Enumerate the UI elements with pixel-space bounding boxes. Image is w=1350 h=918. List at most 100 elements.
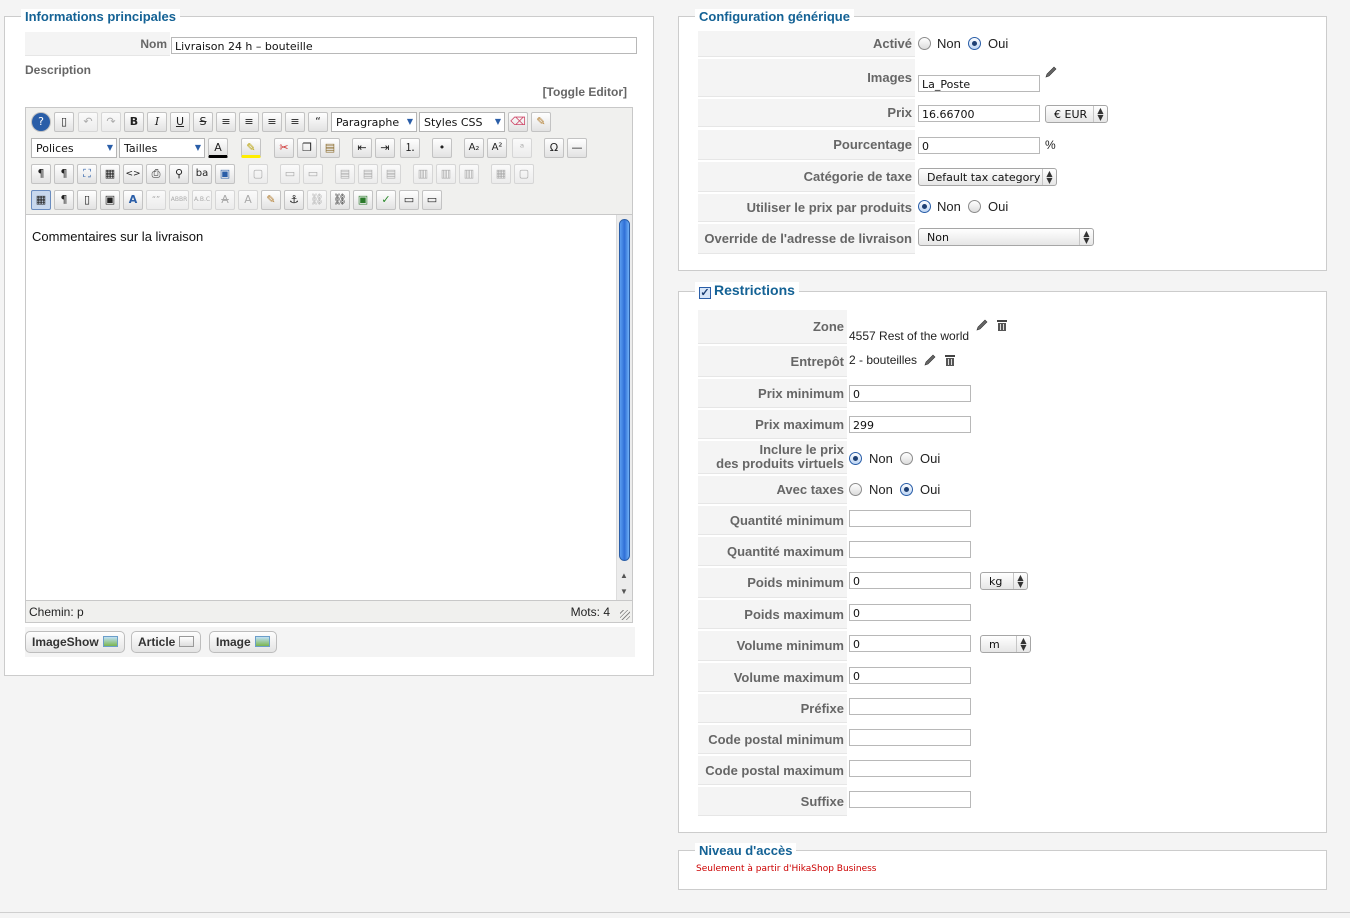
link-icon[interactable]: ⛓: [330, 190, 350, 210]
show-blocks-icon[interactable]: ¶: [54, 190, 74, 210]
horizontal-rule-icon[interactable]: —: [567, 138, 587, 158]
delete-row-icon[interactable]: ▤: [381, 164, 401, 184]
insert-row-before-icon[interactable]: ▤: [335, 164, 355, 184]
visual-aid-icon[interactable]: ▦: [31, 190, 51, 210]
anchor-icon[interactable]: ⚓: [284, 190, 304, 210]
align-left-icon[interactable]: ≡: [262, 112, 282, 132]
editor-scrollbar[interactable]: ▲ ▼: [616, 215, 632, 601]
layer-icon[interactable]: ▣: [100, 190, 120, 210]
per-product-yes-radio[interactable]: [968, 200, 981, 213]
new-document-icon[interactable]: ▯: [54, 112, 74, 132]
percentage-input[interactable]: 0: [918, 137, 1040, 154]
suffix-input[interactable]: [849, 791, 971, 808]
taxes-no-radio[interactable]: [849, 483, 862, 496]
highlight-color-icon[interactable]: ✎: [241, 138, 261, 158]
imageshow-button[interactable]: ImageShow: [25, 631, 125, 653]
del-icon[interactable]: A: [215, 190, 235, 210]
copy-icon[interactable]: ❐: [297, 138, 317, 158]
virtual-no-radio[interactable]: [849, 452, 862, 465]
volume-max-input[interactable]: 0: [849, 667, 971, 684]
toggle-editor-link[interactable]: [Toggle Editor]: [543, 85, 627, 99]
images-input[interactable]: La_Poste: [918, 75, 1040, 92]
trash-icon[interactable]: [994, 317, 1010, 333]
spellcheck-icon[interactable]: ᵃ: [512, 138, 532, 158]
paste-icon[interactable]: ▤: [320, 138, 340, 158]
blockquote-icon[interactable]: “: [308, 112, 328, 132]
attributes-icon[interactable]: ✎: [261, 190, 281, 210]
zip-min-input[interactable]: [849, 729, 971, 746]
underline-icon[interactable]: U: [170, 112, 190, 132]
edit-pencil-icon[interactable]: [922, 352, 938, 368]
subscript-icon[interactable]: A₂: [464, 138, 484, 158]
qty-min-input[interactable]: [849, 510, 971, 527]
currency-select[interactable]: € EUR ▲ ▼: [1045, 105, 1108, 123]
print-icon[interactable]: ⎙: [146, 164, 166, 184]
restrictions-checkbox[interactable]: ✓: [699, 287, 711, 299]
ltr-icon[interactable]: ¶: [31, 164, 51, 184]
align-justify-icon[interactable]: ≡: [216, 112, 236, 132]
read-more-icon[interactable]: ▭: [422, 190, 442, 210]
editor-content-area[interactable]: Commentaires sur la livraison ▲ ▼: [26, 214, 632, 602]
help-icon[interactable]: ?: [31, 112, 51, 132]
weight-unit-select[interactable]: kg ▲ ▼: [980, 572, 1028, 590]
abbr-icon[interactable]: ABBR: [169, 190, 189, 210]
fonts-select[interactable]: Polices ▼: [31, 138, 117, 158]
image-icon[interactable]: ▣: [353, 190, 373, 210]
active-yes-radio[interactable]: [968, 37, 981, 50]
unlink-icon[interactable]: ⛓: [307, 190, 327, 210]
weight-max-input[interactable]: 0: [849, 604, 971, 621]
align-right-icon[interactable]: ≡: [285, 112, 305, 132]
trash-icon[interactable]: [942, 352, 958, 368]
article-button[interactable]: Article: [131, 631, 202, 653]
outdent-icon[interactable]: ⇤: [352, 138, 372, 158]
align-center-icon[interactable]: ≡: [239, 112, 259, 132]
cite-icon[interactable]: “”: [146, 190, 166, 210]
insert-row-after-icon[interactable]: ▤: [358, 164, 378, 184]
delete-col-icon[interactable]: ▥: [459, 164, 479, 184]
override-select[interactable]: Non ▲ ▼: [918, 228, 1094, 246]
prefix-input[interactable]: [849, 698, 971, 715]
insert-col-after-icon[interactable]: ▥: [436, 164, 456, 184]
eraser-icon[interactable]: ⌫: [508, 112, 528, 132]
delete-table-icon[interactable]: ▢: [248, 164, 268, 184]
taxes-yes-radio[interactable]: [900, 483, 913, 496]
virtual-yes-radio[interactable]: [900, 452, 913, 465]
sizes-select[interactable]: Tailles ▼: [119, 138, 205, 158]
zip-max-input[interactable]: [849, 760, 971, 777]
rtl-icon[interactable]: ¶: [54, 164, 74, 184]
code-icon[interactable]: <>: [123, 164, 143, 184]
price-input[interactable]: 16.66700: [918, 105, 1040, 122]
undo-icon[interactable]: ↶: [78, 112, 98, 132]
cleanup-brush-icon[interactable]: ✎: [531, 112, 551, 132]
superscript-icon[interactable]: A²: [487, 138, 507, 158]
insert-file-icon[interactable]: ▯: [77, 190, 97, 210]
image-button[interactable]: Image: [209, 631, 277, 653]
active-no-radio[interactable]: [918, 37, 931, 50]
price-max-input[interactable]: 299: [849, 416, 971, 433]
fullscreen-icon[interactable]: ⛶: [77, 164, 97, 184]
indent-icon[interactable]: ⇥: [375, 138, 395, 158]
volume-min-input[interactable]: 0: [849, 635, 971, 652]
ins-icon[interactable]: A: [238, 190, 258, 210]
cell-props-icon[interactable]: ▭: [303, 164, 323, 184]
weight-min-input[interactable]: 0: [849, 572, 971, 589]
resize-handle-icon[interactable]: [620, 610, 630, 620]
redo-icon[interactable]: ↷: [101, 112, 121, 132]
scroll-down-icon[interactable]: ▼: [620, 587, 628, 596]
page-break-icon[interactable]: ▭: [399, 190, 419, 210]
styles-select[interactable]: Styles CSS ▼: [419, 112, 505, 132]
ordered-list-icon[interactable]: ⒈: [400, 138, 420, 158]
replace-icon[interactable]: ba: [192, 164, 212, 184]
acronym-icon[interactable]: A.B.C: [192, 190, 212, 210]
volume-unit-select[interactable]: m ▲ ▼: [980, 635, 1031, 653]
insert-icon[interactable]: ▣: [215, 164, 235, 184]
price-min-input[interactable]: 0: [849, 385, 971, 402]
strikethrough-icon[interactable]: S: [193, 112, 213, 132]
text-color-icon[interactable]: A: [208, 138, 228, 158]
spellcheck-abc-icon[interactable]: ✓: [376, 190, 396, 210]
per-product-no-radio[interactable]: [918, 200, 931, 213]
split-cells-icon[interactable]: ▦: [491, 164, 511, 184]
scroll-up-icon[interactable]: ▲: [620, 571, 628, 580]
insert-col-before-icon[interactable]: ▥: [413, 164, 433, 184]
edit-pencil-icon[interactable]: [974, 317, 990, 333]
